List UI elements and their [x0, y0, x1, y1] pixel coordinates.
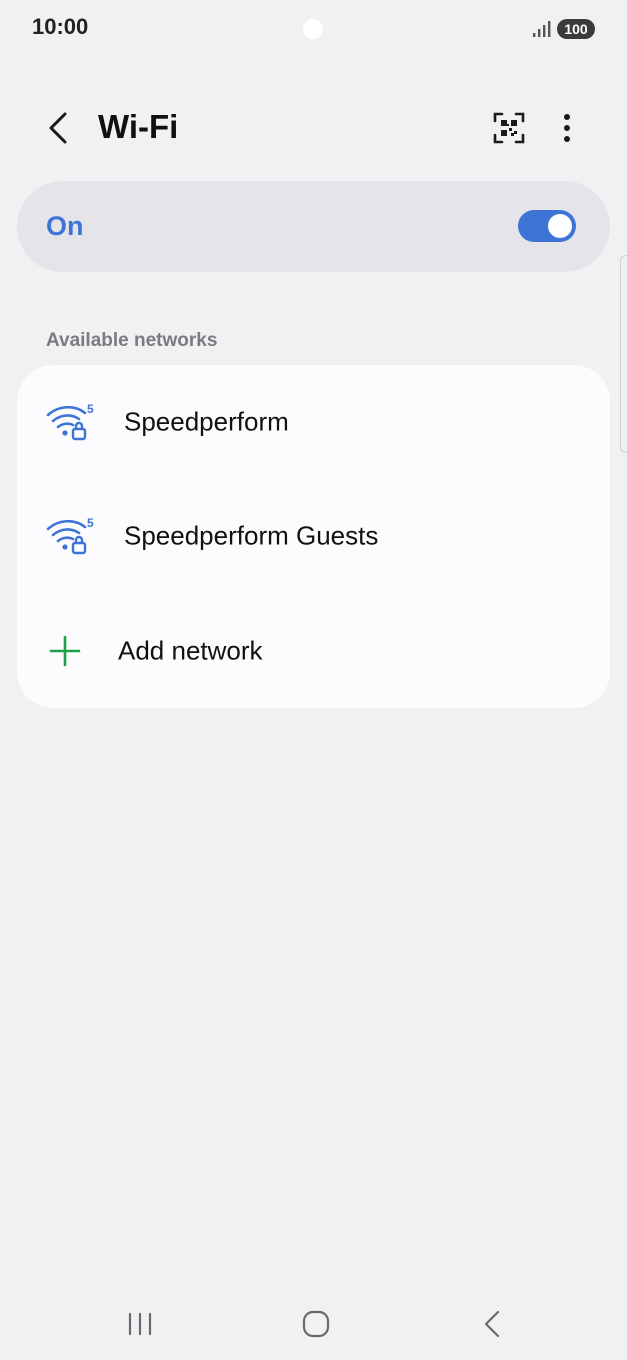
back-icon: [484, 1310, 500, 1338]
battery-badge: 100: [557, 19, 595, 39]
section-header-available-networks: Available networks: [46, 330, 218, 351]
qr-scan-icon: [493, 112, 525, 144]
network-name: Speedperform: [124, 406, 289, 437]
qr-scan-button[interactable]: [488, 106, 530, 150]
home-button[interactable]: [286, 1304, 346, 1344]
network-item-speedperform-guests[interactable]: 5 Speedperform Guests: [17, 479, 610, 593]
add-network-button[interactable]: Add network: [17, 594, 610, 708]
band-badge: 5: [87, 402, 94, 416]
status-time: 10:00: [32, 14, 89, 39]
more-options-button[interactable]: [548, 106, 586, 150]
signal-icon: [533, 21, 551, 37]
toggle-knob: [548, 214, 572, 238]
more-vertical-icon: [564, 114, 570, 142]
back-button[interactable]: [38, 106, 78, 150]
wifi-5ghz-lock-icon: 5: [46, 402, 94, 441]
recents-button[interactable]: [110, 1304, 170, 1344]
recents-icon: [128, 1312, 152, 1336]
chevron-left-icon: [49, 112, 67, 144]
toggle-label: On: [46, 211, 84, 241]
wifi-toggle-switch[interactable]: [518, 210, 576, 242]
status-bar: 10:00 100: [0, 0, 627, 58]
camera-cutout: [303, 19, 323, 39]
nav-back-button[interactable]: [462, 1304, 522, 1344]
navigation-bar: [0, 1290, 627, 1360]
band-badge: 5: [87, 516, 94, 530]
network-name: Speedperform Guests: [124, 520, 379, 551]
home-icon: [302, 1310, 330, 1338]
add-network-label: Add network: [118, 635, 263, 666]
scroll-indicator: [620, 255, 627, 453]
page-title: Wi-Fi: [98, 108, 179, 145]
wifi-master-toggle-card[interactable]: On: [17, 181, 610, 272]
available-networks-list: 5 Speedperform 5 Speedperform Guests Add…: [17, 365, 610, 708]
plus-icon: [49, 635, 81, 667]
network-item-speedperform[interactable]: 5 Speedperform: [17, 365, 610, 479]
wifi-5ghz-lock-icon: 5: [46, 516, 94, 555]
